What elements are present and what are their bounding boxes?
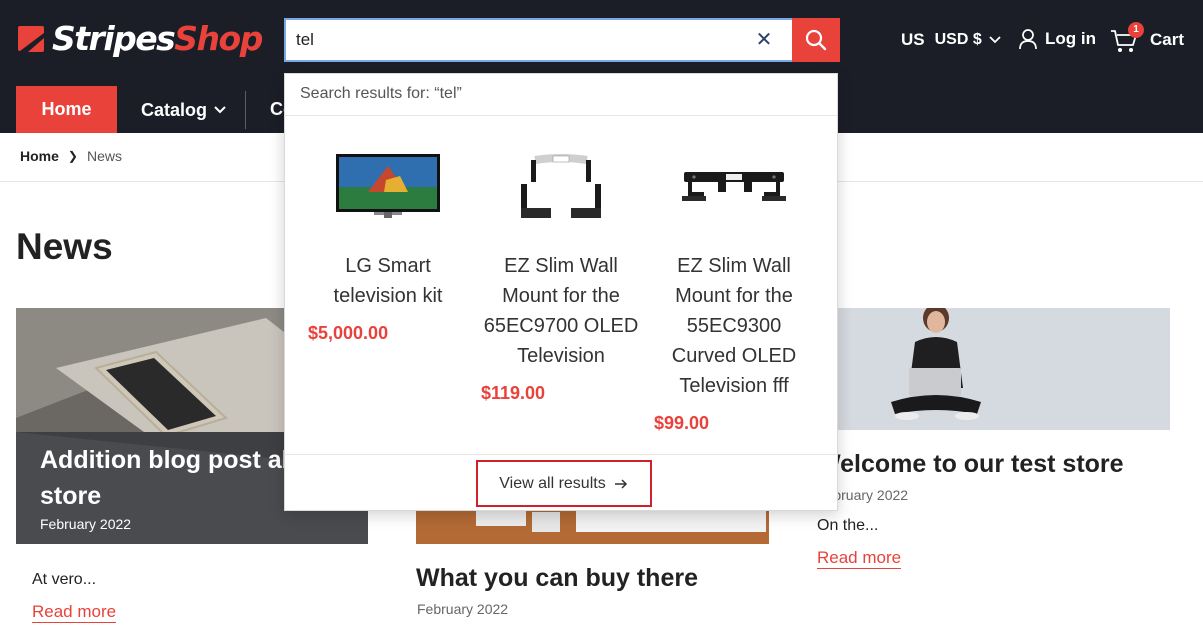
search-result-name-line: Mount for the xyxy=(502,285,620,307)
breadcrumb-home[interactable]: Home xyxy=(20,148,59,164)
search-result-item[interactable]: EZ Slim Wall Mount for the 65EC9700 OLED… xyxy=(481,152,641,404)
breadcrumb: Home ❯ News xyxy=(20,148,122,164)
login-link[interactable]: Log in xyxy=(1018,28,1096,50)
view-all-results-label: View all results xyxy=(499,474,606,492)
search-icon xyxy=(805,29,827,51)
search-result-name-line: 65EC9700 OLED xyxy=(483,315,639,337)
blog-card-date: February 2022 xyxy=(40,516,132,532)
logo-text-accent: Shop xyxy=(174,19,263,58)
search-results-footer: View all results xyxy=(285,454,837,511)
search-result-name-line: Mount for the xyxy=(675,285,793,307)
search-result-price: $99.00 xyxy=(654,413,710,433)
currency-label: USD $ xyxy=(934,31,982,48)
us-flag-icon: US xyxy=(901,30,925,49)
main-nav: Home Catalog Co xyxy=(16,86,294,133)
search-result-name-line: Television xyxy=(517,345,605,367)
read-more-link[interactable]: Read more xyxy=(32,602,117,623)
cart-label: Cart xyxy=(1150,30,1185,49)
nav-item-catalog-label: Catalog xyxy=(141,100,208,120)
wall-mount-image xyxy=(521,154,601,218)
search-bar: ✕ xyxy=(284,18,840,62)
cart-count-badge: 1 xyxy=(1128,22,1144,38)
search-result-name-line: EZ Slim Wall xyxy=(677,255,791,277)
search-result-item[interactable]: LG Smart television kit $5,000.00 xyxy=(308,152,468,344)
arrow-right-icon xyxy=(614,478,627,489)
blog-card-title[interactable]: Welcome to our test store xyxy=(817,450,1124,479)
woman-laptop-image xyxy=(817,308,1170,430)
search-result-name-line: Television fff xyxy=(679,375,789,397)
blog-card-excerpt: On the... xyxy=(817,517,879,534)
view-all-results-button[interactable]: View all results xyxy=(476,460,652,507)
search-input[interactable] xyxy=(284,18,794,62)
user-icon xyxy=(1019,29,1037,50)
breadcrumb-current: News xyxy=(86,148,122,164)
logo[interactable]: StripesShop xyxy=(16,18,263,60)
search-result-name-line: television kit xyxy=(333,285,443,307)
search-result-name-line: 55EC9300 xyxy=(686,315,782,337)
chevron-down-icon xyxy=(214,106,226,114)
cart-link[interactable]: 1 Cart xyxy=(1110,22,1185,54)
blog-card-excerpt: At vero... xyxy=(32,571,97,588)
tv-image xyxy=(336,154,440,218)
search-result-name-line: Curved OLED xyxy=(671,345,797,367)
nav-item-home[interactable]: Home xyxy=(16,86,117,133)
chevron-right-icon: ❯ xyxy=(67,149,78,163)
blog-card-title[interactable]: What you can buy there xyxy=(416,564,698,593)
search-result-price: $119.00 xyxy=(481,383,546,403)
clear-icon[interactable]: ✕ xyxy=(754,30,774,50)
search-result-name-line: EZ Slim Wall xyxy=(504,255,618,277)
search-result-item[interactable]: EZ Slim Wall Mount for the 55EC9300 Curv… xyxy=(654,152,814,434)
read-more-link[interactable]: Read more xyxy=(817,548,902,569)
page-title: News xyxy=(16,226,113,267)
search-results-dropdown: Search results for: “tel” LG Smart telev… xyxy=(284,73,838,511)
search-result-name-line: LG Smart xyxy=(345,255,431,277)
login-label: Log in xyxy=(1045,29,1096,48)
nav-item-catalog[interactable]: Catalog xyxy=(117,91,247,129)
search-results-header: Search results for: “tel” xyxy=(285,74,837,116)
currency-selector[interactable]: US USD $ xyxy=(901,30,1002,50)
search-result-price: $5,000.00 xyxy=(308,323,389,343)
logo-text-main: Stripes xyxy=(52,19,176,58)
blog-card-date: February 2022 xyxy=(417,601,509,617)
blog-card-image[interactable] xyxy=(817,308,1170,430)
curved-mount-image xyxy=(682,172,786,201)
search-button[interactable] xyxy=(792,18,840,62)
logo-icon xyxy=(18,26,44,52)
chevron-down-icon xyxy=(989,36,1001,44)
